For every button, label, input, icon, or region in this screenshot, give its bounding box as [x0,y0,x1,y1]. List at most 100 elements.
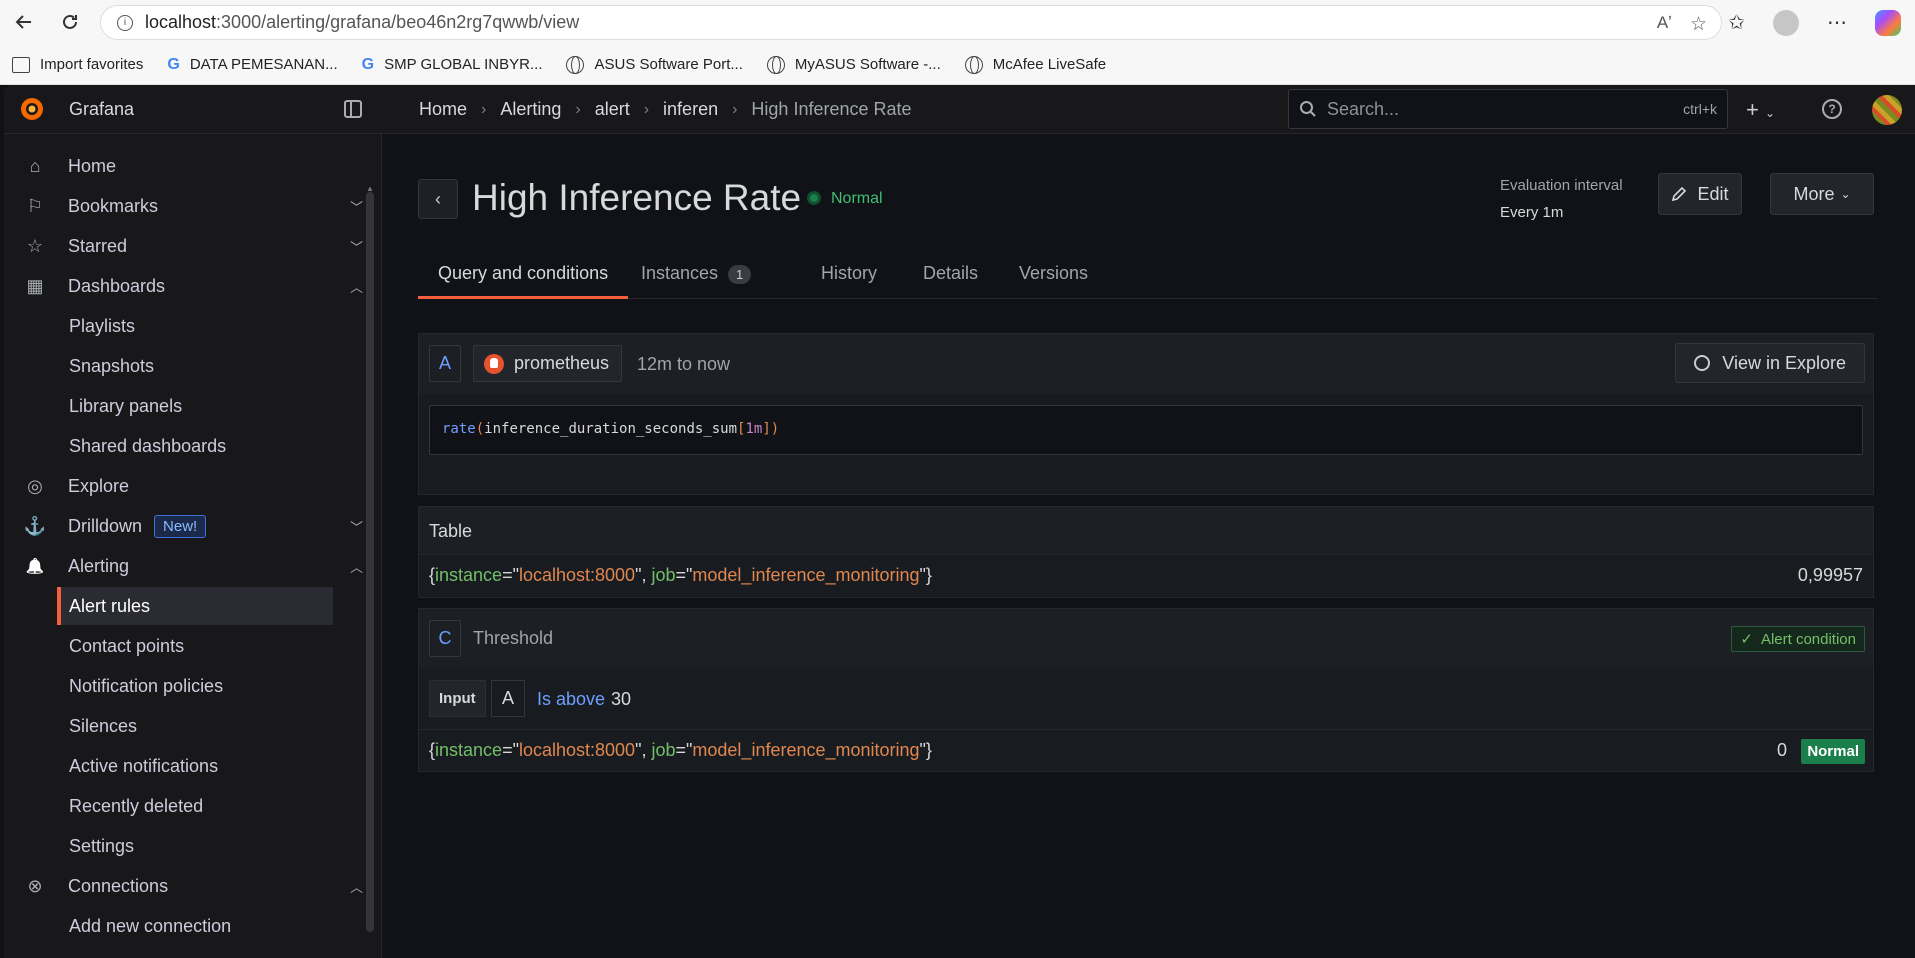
breadcrumb-alerting[interactable]: Alerting [500,99,561,120]
google-icon: G [167,55,180,73]
threshold-title: Threshold [473,628,554,648]
sidebar-item-home[interactable]: ⌂ Home [4,147,369,185]
sidebar-item-alerting[interactable]: 🔔 Alerting ︿ [4,547,369,585]
sidebar-item-recently-deleted[interactable]: Recently deleted [4,787,369,825]
page-title: High Inference Rate [472,177,802,218]
bookmark-icon: ⚐ [26,195,44,216]
favorite-import[interactable]: Import favorites [12,56,143,73]
sidebar-item-playlists[interactable]: Playlists [4,307,369,345]
breadcrumb-current: High Inference Rate [751,99,912,119]
profile-avatar[interactable] [1773,9,1799,36]
help-icon[interactable]: ? [1822,99,1842,119]
evaluation-interval-label: Evaluation interval [1500,177,1623,194]
sidebar-item-connections[interactable]: ⊗ Connections ︿ [4,867,369,905]
more-button[interactable]: More ⌄ [1770,173,1874,215]
sidebar-item-label: Contact points [69,635,185,656]
sidebar-item-label: Home [68,155,117,176]
favorites-icon[interactable]: ✩ [1728,10,1745,35]
sidebar-item-label: Snapshots [69,355,155,376]
tab-details[interactable]: Details [903,249,998,299]
favorite-myasus[interactable]: MyASUS Software -... [766,55,941,74]
edit-button[interactable]: Edit [1658,173,1742,215]
sidebar-item-explore[interactable]: ◎ Explore [4,467,369,505]
sidebar-item-shared-dashboards[interactable]: Shared dashboards [4,427,369,465]
tab-history[interactable]: History [801,249,897,299]
breadcrumb-inferen[interactable]: inferen [663,99,718,120]
sidebar-item-label: Drilldown [68,515,143,536]
search-icon [1300,101,1316,117]
table-value: 0,99957 [1797,565,1863,585]
sidebar-item-label: Explore [68,475,130,496]
sidebar-item-dashboards[interactable]: ▦ Dashboards ︿ [4,267,369,305]
sidebar-item-drilldown[interactable]: ⚓ Drilldown New! ﹀ [4,507,369,545]
favorite-smp-global[interactable]: G SMP GLOBAL INBYR... [362,56,543,74]
sidebar-item-add-new-connection[interactable]: Add new connection [4,907,369,945]
chevron-up-icon[interactable]: ︿ [350,277,363,296]
chevron-right-icon: › [732,100,738,118]
favorite-asus-portal[interactable]: ASUS Software Port... [566,55,743,74]
chevron-down-icon[interactable]: ﹀ [350,197,363,216]
address-bar[interactable]: i localhost:3000/alerting/grafana/beo46n… [100,5,1722,40]
input-ref: A [491,680,525,717]
sidebar-item-settings[interactable]: Settings [4,827,369,865]
browser-toolbar: i localhost:3000/alerting/grafana/beo46n… [0,0,1915,45]
sidebar-item-alert-rules[interactable]: Alert rules [57,587,333,625]
back-arrow-icon[interactable] [4,2,44,42]
compass-icon: ◎ [27,475,43,496]
threshold-panel: C Threshold ✓ Alert condition Input A Is… [418,608,1874,772]
more-menu-icon[interactable]: ⋯ [1827,10,1847,35]
status-dot-icon [807,191,821,205]
chevron-up-icon[interactable]: ︿ [350,557,363,576]
refresh-icon[interactable] [50,2,90,42]
sidebar-item-label: Notification policies [69,675,224,696]
sidebar-item-snapshots[interactable]: Snapshots [4,347,369,385]
scroll-up-icon[interactable]: ▲ [366,184,374,193]
dock-menu-icon[interactable] [344,100,362,118]
favorite-mcafee[interactable]: McAfee LiveSafe [964,55,1106,74]
table-row: {instance="localhost:8000", job="model_i… [429,565,1863,585]
user-avatar[interactable] [1872,95,1902,125]
sidebar-item-notification-policies[interactable]: Notification policies [4,667,369,705]
sidebar-item-active-notifications[interactable]: Active notifications [4,747,369,785]
sidebar-item-label: Recently deleted [69,795,204,816]
sidebar-item-silences[interactable]: Silences [4,707,369,745]
sidebar-item-label: Shared dashboards [69,435,227,456]
chevron-up-icon[interactable]: ︿ [350,877,363,896]
add-new-icon[interactable]: + ⌄ [1746,97,1775,123]
favorite-data-pemesanan[interactable]: G DATA PEMESANAN... [167,56,337,74]
main-content: ‹ High Inference Rate Normal Evaluation … [418,134,1878,958]
sidebar-item-starred[interactable]: ☆ Starred ﹀ [4,227,369,265]
datasource-chip[interactable]: prometheus [473,345,623,382]
chevron-down-icon[interactable]: ﹀ [350,517,363,536]
tabs-bar: Query and conditions Instances 1 History … [418,249,1878,299]
breadcrumb-home[interactable]: Home [419,99,467,120]
sidebar-item-label: Add new connection [69,915,232,936]
input-label: Input [429,680,486,717]
back-button[interactable]: ‹ [418,179,458,219]
query-expression[interactable]: rate(inference_duration_seconds_sum[1m]) [429,405,1863,455]
info-icon[interactable]: i [117,14,133,31]
sidebar-item-bookmarks[interactable]: ⚐ Bookmarks ﹀ [4,187,369,225]
sidebar-item-library-panels[interactable]: Library panels [4,387,369,425]
tab-instances[interactable]: Instances 1 [621,249,771,299]
read-aloud-icon[interactable]: A͏ʼ [1657,13,1672,36]
sidebar-item-contact-points[interactable]: Contact points [4,627,369,665]
chevron-down-icon[interactable]: ﹀ [350,237,363,256]
breadcrumb-alert[interactable]: alert [595,99,630,120]
brand-name: Grafana [69,99,135,119]
sidebar-item-label: Bookmarks [68,195,159,216]
search-input[interactable]: Search... ctrl+k [1288,89,1728,129]
tab-query-and-conditions[interactable]: Query and conditions [418,249,629,299]
globe-icon [964,55,983,74]
chevron-left-icon: ‹ [435,188,441,209]
tab-versions[interactable]: Versions [999,249,1108,299]
favorite-star-icon[interactable]: ☆ [1690,13,1707,36]
instances-count-badge: 1 [728,265,752,284]
grafana-logo-icon[interactable] [18,95,46,123]
copilot-icon[interactable] [1875,9,1901,36]
threshold-input-row: Input A Is above 30 [419,669,1873,729]
sidebar-scrollbar[interactable] [366,192,374,932]
view-in-explore-button[interactable]: View in Explore [1675,343,1865,383]
alert-condition-badge: ✓ Alert condition [1731,626,1865,652]
query-header: A prometheus 12m to now View in Explore [419,334,1873,394]
